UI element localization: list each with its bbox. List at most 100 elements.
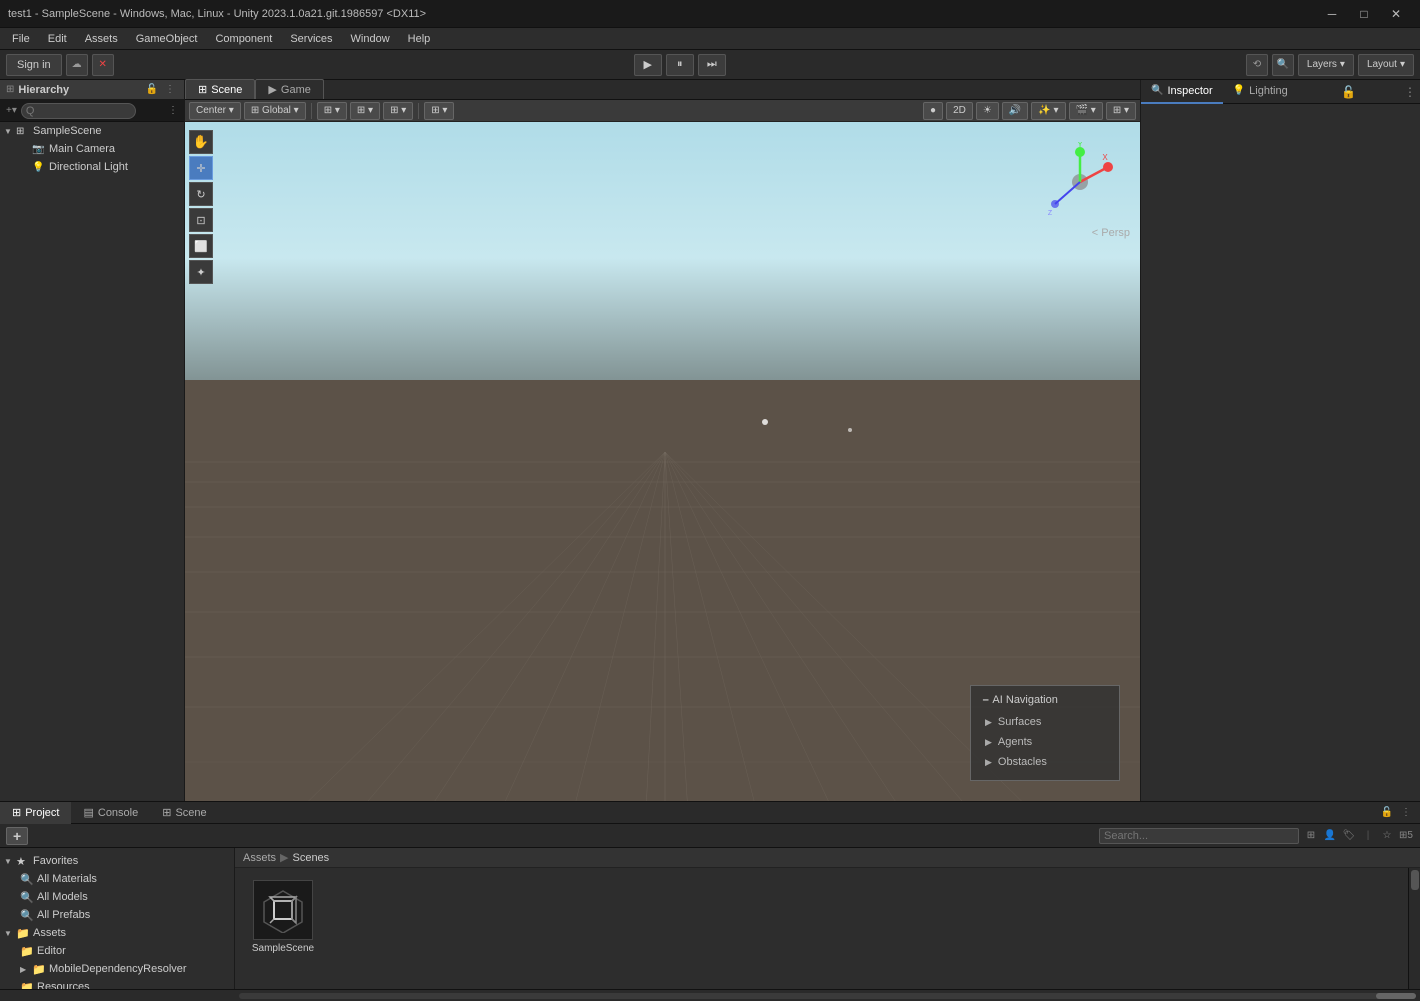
menu-services[interactable]: Services <box>282 31 340 47</box>
search-button[interactable]: 🔍 <box>1272 54 1294 76</box>
hierarchy-item-samplescene[interactable]: ▼ ⊞ SampleScene <box>0 122 184 140</box>
tree-all-prefabs[interactable]: 🔍 All Prefabs <box>0 906 234 924</box>
global-btn[interactable]: ⊞ Global ▾ <box>244 102 306 120</box>
close-button[interactable]: ✕ <box>1380 0 1412 28</box>
project-tab-label: Project <box>25 807 59 819</box>
all-materials-label: All Materials <box>37 873 97 885</box>
title-bar-controls: ─ □ ✕ <box>1316 0 1412 28</box>
bottom-lock-icon[interactable]: 🔓 <box>1379 805 1395 821</box>
right-panel-more[interactable]: ⋮ <box>1400 80 1420 104</box>
scene-tool-icons: ✋ ✛ ↻ ⊡ ⬜ ✦ <box>185 126 217 288</box>
paint-btn[interactable]: ⊞ ▾ <box>424 102 454 120</box>
tab-inspector[interactable]: 🔍 Inspector <box>1141 80 1223 104</box>
audio-btn[interactable]: 🔊 <box>1002 102 1028 120</box>
menu-gameobject[interactable]: GameObject <box>128 31 206 47</box>
bottom-more-icon[interactable]: ⋮ <box>1398 805 1414 821</box>
project-add-button[interactable]: + <box>6 827 28 845</box>
menu-file[interactable]: File <box>4 31 38 47</box>
2d-btn[interactable]: 2D <box>946 102 973 120</box>
project-search-input[interactable] <box>1099 828 1299 844</box>
tree-resources[interactable]: 📁 Resources <box>0 978 234 989</box>
hierarchy-add-icon[interactable]: +▾ <box>6 105 17 116</box>
center-area: ⊞ Scene ▶ Game Center ▾ ⊞ Global ▾ ⊞ ▾ ⊞… <box>185 80 1140 801</box>
hierarchy-search-input[interactable] <box>21 103 136 119</box>
play-button[interactable]: ▶ <box>634 54 662 76</box>
hand-tool[interactable]: ✋ <box>189 130 213 154</box>
asset-scrollbar[interactable] <box>1408 868 1420 989</box>
layout-dropdown[interactable]: Layout ▾ <box>1358 54 1414 76</box>
tab-project[interactable]: ⊞ Project <box>0 802 71 824</box>
hierarchy-item-directionallight[interactable]: 💡 Directional Light <box>0 158 184 176</box>
search-label-icon[interactable]: 🏷 <box>1341 828 1357 844</box>
tree-editor[interactable]: 📁 Editor <box>0 942 234 960</box>
favorites-expand-icon: ▼ <box>4 857 16 866</box>
right-panel-lock[interactable]: 🔓 <box>1339 80 1359 104</box>
menu-assets[interactable]: Assets <box>77 31 126 47</box>
tree-all-models[interactable]: 🔍 All Models <box>0 888 234 906</box>
editor-folder-icon: 📁 <box>20 945 34 958</box>
scene-viewport[interactable]: X Y Z < Persp ━ AI Navigation <box>185 122 1140 801</box>
hierarchy-dots-icon[interactable]: ⋮ <box>168 105 178 116</box>
bottom-scrollbar[interactable] <box>0 989 1420 1001</box>
tree-assets-header[interactable]: ▼ 📁 Assets <box>0 924 234 942</box>
transform-tool[interactable]: ✦ <box>189 260 213 284</box>
pause-button[interactable]: ⏸ <box>666 54 694 76</box>
scene-extra-btn[interactable]: ⊞ ▾ <box>1106 102 1136 120</box>
tab-game[interactable]: ▶ Game <box>255 79 323 99</box>
svg-text:Y: Y <box>1077 142 1083 149</box>
search-type-icon[interactable]: ⊞ <box>1303 828 1319 844</box>
scene-camera-btn[interactable]: 🎬 ▾ <box>1069 102 1103 120</box>
nav-item-surfaces[interactable]: ▶ Surfaces <box>983 712 1107 732</box>
fx-btn[interactable]: ✨ ▾ <box>1031 102 1065 120</box>
tree-mobile-resolver[interactable]: ▶ 📁 MobileDependencyResolver <box>0 960 234 978</box>
search-star-icon[interactable]: ☆ <box>1379 828 1395 844</box>
maximize-button[interactable]: □ <box>1348 0 1380 28</box>
step-button[interactable]: ⏭ <box>698 54 726 76</box>
nav-item-agents[interactable]: ▶ Agents <box>983 732 1107 752</box>
center-pivot-btn[interactable]: Center ▾ <box>189 102 241 120</box>
asset-item-samplescene[interactable]: SampleScene <box>243 876 323 958</box>
menu-help[interactable]: Help <box>400 31 439 47</box>
tab-console[interactable]: ▤ Console <box>71 802 150 824</box>
cloud-button[interactable]: ☁ <box>66 54 88 76</box>
tree-all-materials[interactable]: 🔍 All Materials <box>0 870 234 888</box>
title-bar-text: test1 - SampleScene - Windows, Mac, Linu… <box>8 8 426 20</box>
hierarchy-more-icon[interactable]: ⋮ <box>162 82 178 98</box>
minimize-button[interactable]: ─ <box>1316 0 1348 28</box>
history-button[interactable]: ⟲ <box>1246 54 1268 76</box>
hierarchy-lock-icon[interactable]: 🔓 <box>144 82 160 98</box>
breadcrumb-path[interactable]: Scenes <box>292 852 329 864</box>
move-tool[interactable]: ✛ <box>189 156 213 180</box>
viewport-gizmo[interactable]: X Y Z <box>1040 142 1120 222</box>
signin-button[interactable]: Sign in <box>6 54 62 76</box>
tab-scene[interactable]: ⊞ Scene <box>185 79 255 99</box>
tab-lighting[interactable]: 💡 Lighting <box>1223 80 1298 104</box>
grid-btn[interactable]: ⊞ ▾ <box>350 102 380 120</box>
tab-scene-bottom[interactable]: ⊞ Scene <box>150 802 218 824</box>
rect-tool[interactable]: ⬜ <box>189 234 213 258</box>
scene-toolbar: Center ▾ ⊞ Global ▾ ⊞ ▾ ⊞ ▾ ⊞ ▾ ⊞ ▾ ● 2D… <box>185 100 1140 122</box>
nav-item-obstacles[interactable]: ▶ Obstacles <box>983 752 1107 772</box>
scale-tool[interactable]: ⊡ <box>189 208 213 232</box>
scrollbar-track[interactable] <box>239 993 1416 999</box>
hierarchy-item-maincamera[interactable]: 📷 Main Camera <box>0 140 184 158</box>
snap-btn[interactable]: ⊞ ▾ <box>383 102 413 120</box>
rotate-tool[interactable]: ↻ <box>189 182 213 206</box>
tree-favorites-header[interactable]: ▼ ★ Favorites <box>0 852 234 870</box>
project-tab-icon: ⊞ <box>12 806 21 819</box>
hierarchy-title: Hierarchy <box>18 84 69 96</box>
search-filter-icon[interactable]: 👤 <box>1322 828 1338 844</box>
menu-window[interactable]: Window <box>343 31 398 47</box>
breadcrumb-root[interactable]: Assets <box>243 852 276 864</box>
gizmos-btn[interactable]: ● <box>923 102 943 120</box>
lighting-btn[interactable]: ☀ <box>976 102 999 120</box>
collab-button[interactable]: ✕ <box>92 54 114 76</box>
view-mode-btn[interactable]: ⊞ ▾ <box>317 102 347 120</box>
assets-label: Assets <box>33 927 66 939</box>
menu-component[interactable]: Component <box>207 31 280 47</box>
menu-edit[interactable]: Edit <box>40 31 75 47</box>
agents-arrow-icon: ▶ <box>985 737 992 748</box>
editor-label: Editor <box>37 945 66 957</box>
bottom-panel-controls: 🔓 ⋮ <box>1379 805 1420 821</box>
layers-dropdown[interactable]: Layers ▾ <box>1298 54 1354 76</box>
